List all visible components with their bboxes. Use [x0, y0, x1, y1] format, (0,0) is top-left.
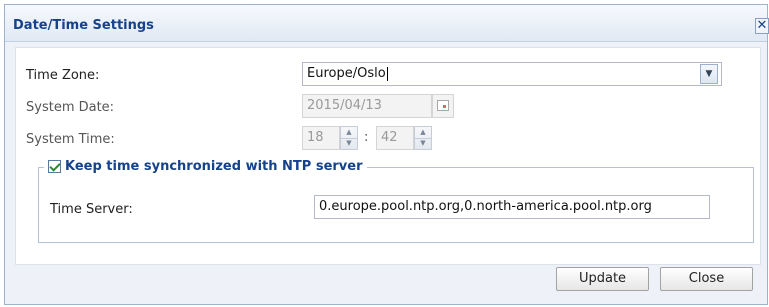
calendar-icon [437, 100, 449, 111]
close-icon[interactable]: ✕ [755, 18, 769, 34]
time-zone-value: Europe/Oslo [307, 66, 386, 81]
arrow-down-icon[interactable]: ▼ [415, 138, 431, 149]
datetime-settings-dialog: Date/Time Settings ✕ Time Zone: Europe/O… [4, 4, 769, 305]
settings-panel: Time Zone: Europe/Oslo ▼ System Date: 20… [15, 47, 761, 265]
time-zone-label: Time Zone: [26, 68, 100, 83]
time-zone-select[interactable]: Europe/Oslo [302, 62, 722, 86]
close-button[interactable]: Close [660, 267, 753, 291]
ntp-checkbox-label[interactable]: Keep time synchronized with NTP server [65, 159, 363, 174]
dialog-title: Date/Time Settings [13, 18, 154, 33]
dialog-titlebar: Date/Time Settings ✕ [5, 5, 769, 42]
hour-field[interactable]: 18 [302, 126, 340, 150]
ntp-legend[interactable]: Keep time synchronized with NTP server [44, 157, 367, 175]
calendar-button[interactable] [432, 94, 454, 118]
system-date-label: System Date: [26, 100, 115, 115]
minute-spinner[interactable]: ▲ ▼ [414, 126, 432, 150]
time-server-label: Time Server: [50, 202, 133, 217]
arrow-down-icon[interactable]: ▼ [341, 138, 357, 149]
minute-field[interactable]: 42 [376, 126, 414, 150]
system-time-label: System Time: [26, 132, 115, 147]
system-date-field[interactable]: 2015/04/13 [302, 94, 432, 118]
time-server-input[interactable]: 0.europe.pool.ntp.org,0.north-america.po… [314, 195, 710, 219]
hour-spinner[interactable]: ▲ ▼ [340, 126, 358, 150]
update-button[interactable]: Update [556, 267, 649, 291]
checkmark-icon[interactable] [48, 159, 61, 173]
time-separator: : [364, 130, 369, 145]
chevron-down-icon[interactable]: ▼ [700, 64, 718, 84]
text-cursor [386, 66, 388, 81]
